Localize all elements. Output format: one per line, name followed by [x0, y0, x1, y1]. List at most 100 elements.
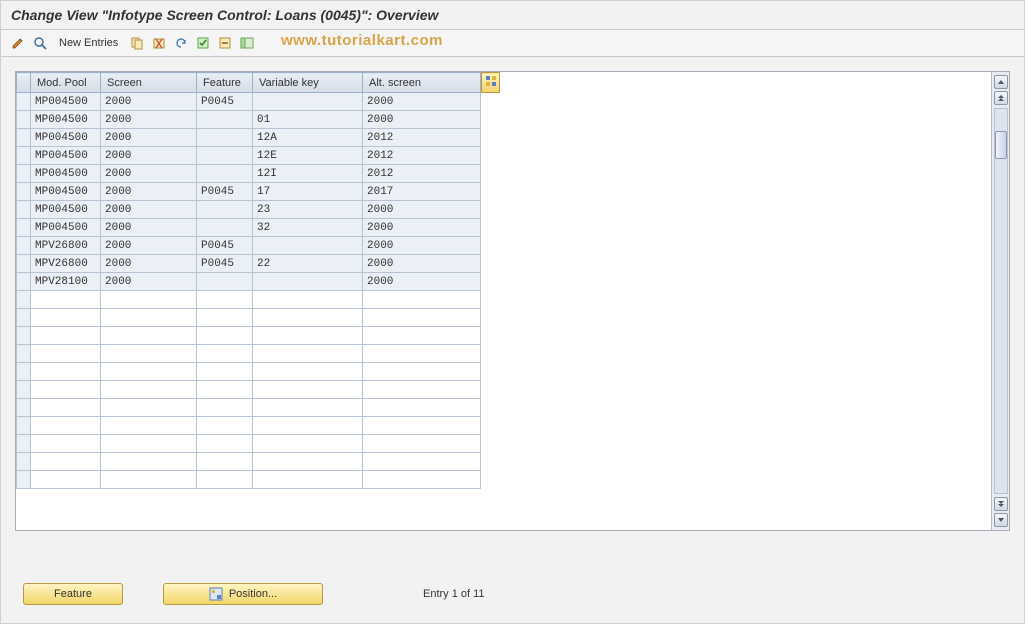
vertical-scrollbar[interactable]: [991, 72, 1009, 530]
cell-empty[interactable]: [363, 309, 481, 327]
table-row[interactable]: MP004500200012I2012: [17, 165, 481, 183]
cell-empty[interactable]: [101, 399, 197, 417]
cell-empty[interactable]: [253, 471, 363, 489]
row-selector[interactable]: [17, 111, 31, 129]
cell-empty[interactable]: [31, 399, 101, 417]
cell-empty[interactable]: [363, 363, 481, 381]
cell-feature[interactable]: [197, 129, 253, 147]
table-settings-icon[interactable]: [482, 73, 500, 93]
table-row[interactable]: MP0045002000P0045172017: [17, 183, 481, 201]
cell-empty[interactable]: [197, 417, 253, 435]
row-selector[interactable]: [17, 363, 31, 381]
cell-screen[interactable]: 2000: [101, 147, 197, 165]
scroll-down-button[interactable]: [994, 513, 1008, 527]
config-icon[interactable]: [238, 34, 256, 52]
cell-altscreen[interactable]: 2000: [363, 219, 481, 237]
table-row[interactable]: MPV2810020002000: [17, 273, 481, 291]
cell-screen[interactable]: 2000: [101, 129, 197, 147]
table-row[interactable]: MP0045002000322000: [17, 219, 481, 237]
cell-empty[interactable]: [31, 327, 101, 345]
scroll-track[interactable]: [994, 108, 1008, 494]
cell-varkey[interactable]: 12E: [253, 147, 363, 165]
cell-screen[interactable]: 2000: [101, 93, 197, 111]
cell-varkey[interactable]: 32: [253, 219, 363, 237]
cell-modpool[interactable]: MP004500: [31, 111, 101, 129]
cell-modpool[interactable]: MP004500: [31, 129, 101, 147]
cell-empty[interactable]: [31, 363, 101, 381]
new-entries-button[interactable]: New Entries: [53, 35, 124, 51]
table-row[interactable]: MP004500200012A2012: [17, 129, 481, 147]
cell-varkey[interactable]: 01: [253, 111, 363, 129]
position-button[interactable]: Position...: [163, 583, 323, 605]
row-selector[interactable]: [17, 129, 31, 147]
row-selector-header[interactable]: [17, 73, 31, 93]
col-header-altscreen[interactable]: Alt. screen: [363, 73, 481, 93]
table-row-empty[interactable]: [17, 417, 481, 435]
change-icon[interactable]: [9, 34, 27, 52]
cell-modpool[interactable]: MPV26800: [31, 255, 101, 273]
cell-empty[interactable]: [253, 363, 363, 381]
row-selector[interactable]: [17, 471, 31, 489]
cell-empty[interactable]: [101, 453, 197, 471]
cell-empty[interactable]: [101, 417, 197, 435]
cell-feature[interactable]: P0045: [197, 183, 253, 201]
cell-empty[interactable]: [101, 291, 197, 309]
cell-empty[interactable]: [363, 453, 481, 471]
row-selector[interactable]: [17, 237, 31, 255]
cell-altscreen[interactable]: 2000: [363, 255, 481, 273]
cell-modpool[interactable]: MP004500: [31, 219, 101, 237]
cell-varkey[interactable]: 22: [253, 255, 363, 273]
cell-altscreen[interactable]: 2000: [363, 237, 481, 255]
row-selector[interactable]: [17, 219, 31, 237]
scroll-page-up-button[interactable]: [994, 91, 1008, 105]
row-selector[interactable]: [17, 255, 31, 273]
copy-icon[interactable]: [128, 34, 146, 52]
cell-empty[interactable]: [31, 291, 101, 309]
table-row-empty[interactable]: [17, 453, 481, 471]
cell-feature[interactable]: P0045: [197, 255, 253, 273]
row-selector[interactable]: [17, 273, 31, 291]
cell-empty[interactable]: [31, 381, 101, 399]
cell-varkey[interactable]: [253, 273, 363, 291]
cell-empty[interactable]: [197, 309, 253, 327]
cell-modpool[interactable]: MP004500: [31, 93, 101, 111]
cell-empty[interactable]: [197, 291, 253, 309]
cell-feature[interactable]: [197, 165, 253, 183]
row-selector[interactable]: [17, 453, 31, 471]
scroll-up-button[interactable]: [994, 75, 1008, 89]
cell-empty[interactable]: [197, 471, 253, 489]
cell-screen[interactable]: 2000: [101, 183, 197, 201]
col-header-modpool[interactable]: Mod. Pool: [31, 73, 101, 93]
cell-empty[interactable]: [363, 291, 481, 309]
cell-empty[interactable]: [31, 309, 101, 327]
cell-altscreen[interactable]: 2000: [363, 111, 481, 129]
undo-icon[interactable]: [172, 34, 190, 52]
cell-modpool[interactable]: MP004500: [31, 183, 101, 201]
table-row-empty[interactable]: [17, 291, 481, 309]
cell-empty[interactable]: [363, 435, 481, 453]
col-header-screen[interactable]: Screen: [101, 73, 197, 93]
feature-button[interactable]: Feature: [23, 583, 123, 605]
cell-altscreen[interactable]: 2000: [363, 93, 481, 111]
detail-icon[interactable]: [31, 34, 49, 52]
cell-feature[interactable]: P0045: [197, 237, 253, 255]
cell-empty[interactable]: [101, 327, 197, 345]
row-selector[interactable]: [17, 327, 31, 345]
cell-empty[interactable]: [253, 345, 363, 363]
cell-empty[interactable]: [197, 399, 253, 417]
cell-empty[interactable]: [253, 435, 363, 453]
cell-empty[interactable]: [253, 381, 363, 399]
cell-empty[interactable]: [363, 399, 481, 417]
cell-altscreen[interactable]: 2000: [363, 273, 481, 291]
row-selector[interactable]: [17, 183, 31, 201]
cell-empty[interactable]: [253, 309, 363, 327]
cell-empty[interactable]: [253, 399, 363, 417]
cell-screen[interactable]: 2000: [101, 111, 197, 129]
deselect-all-icon[interactable]: [216, 34, 234, 52]
table-row-empty[interactable]: [17, 435, 481, 453]
cell-empty[interactable]: [101, 381, 197, 399]
table-row-empty[interactable]: [17, 399, 481, 417]
row-selector[interactable]: [17, 165, 31, 183]
cell-empty[interactable]: [253, 453, 363, 471]
row-selector[interactable]: [17, 435, 31, 453]
